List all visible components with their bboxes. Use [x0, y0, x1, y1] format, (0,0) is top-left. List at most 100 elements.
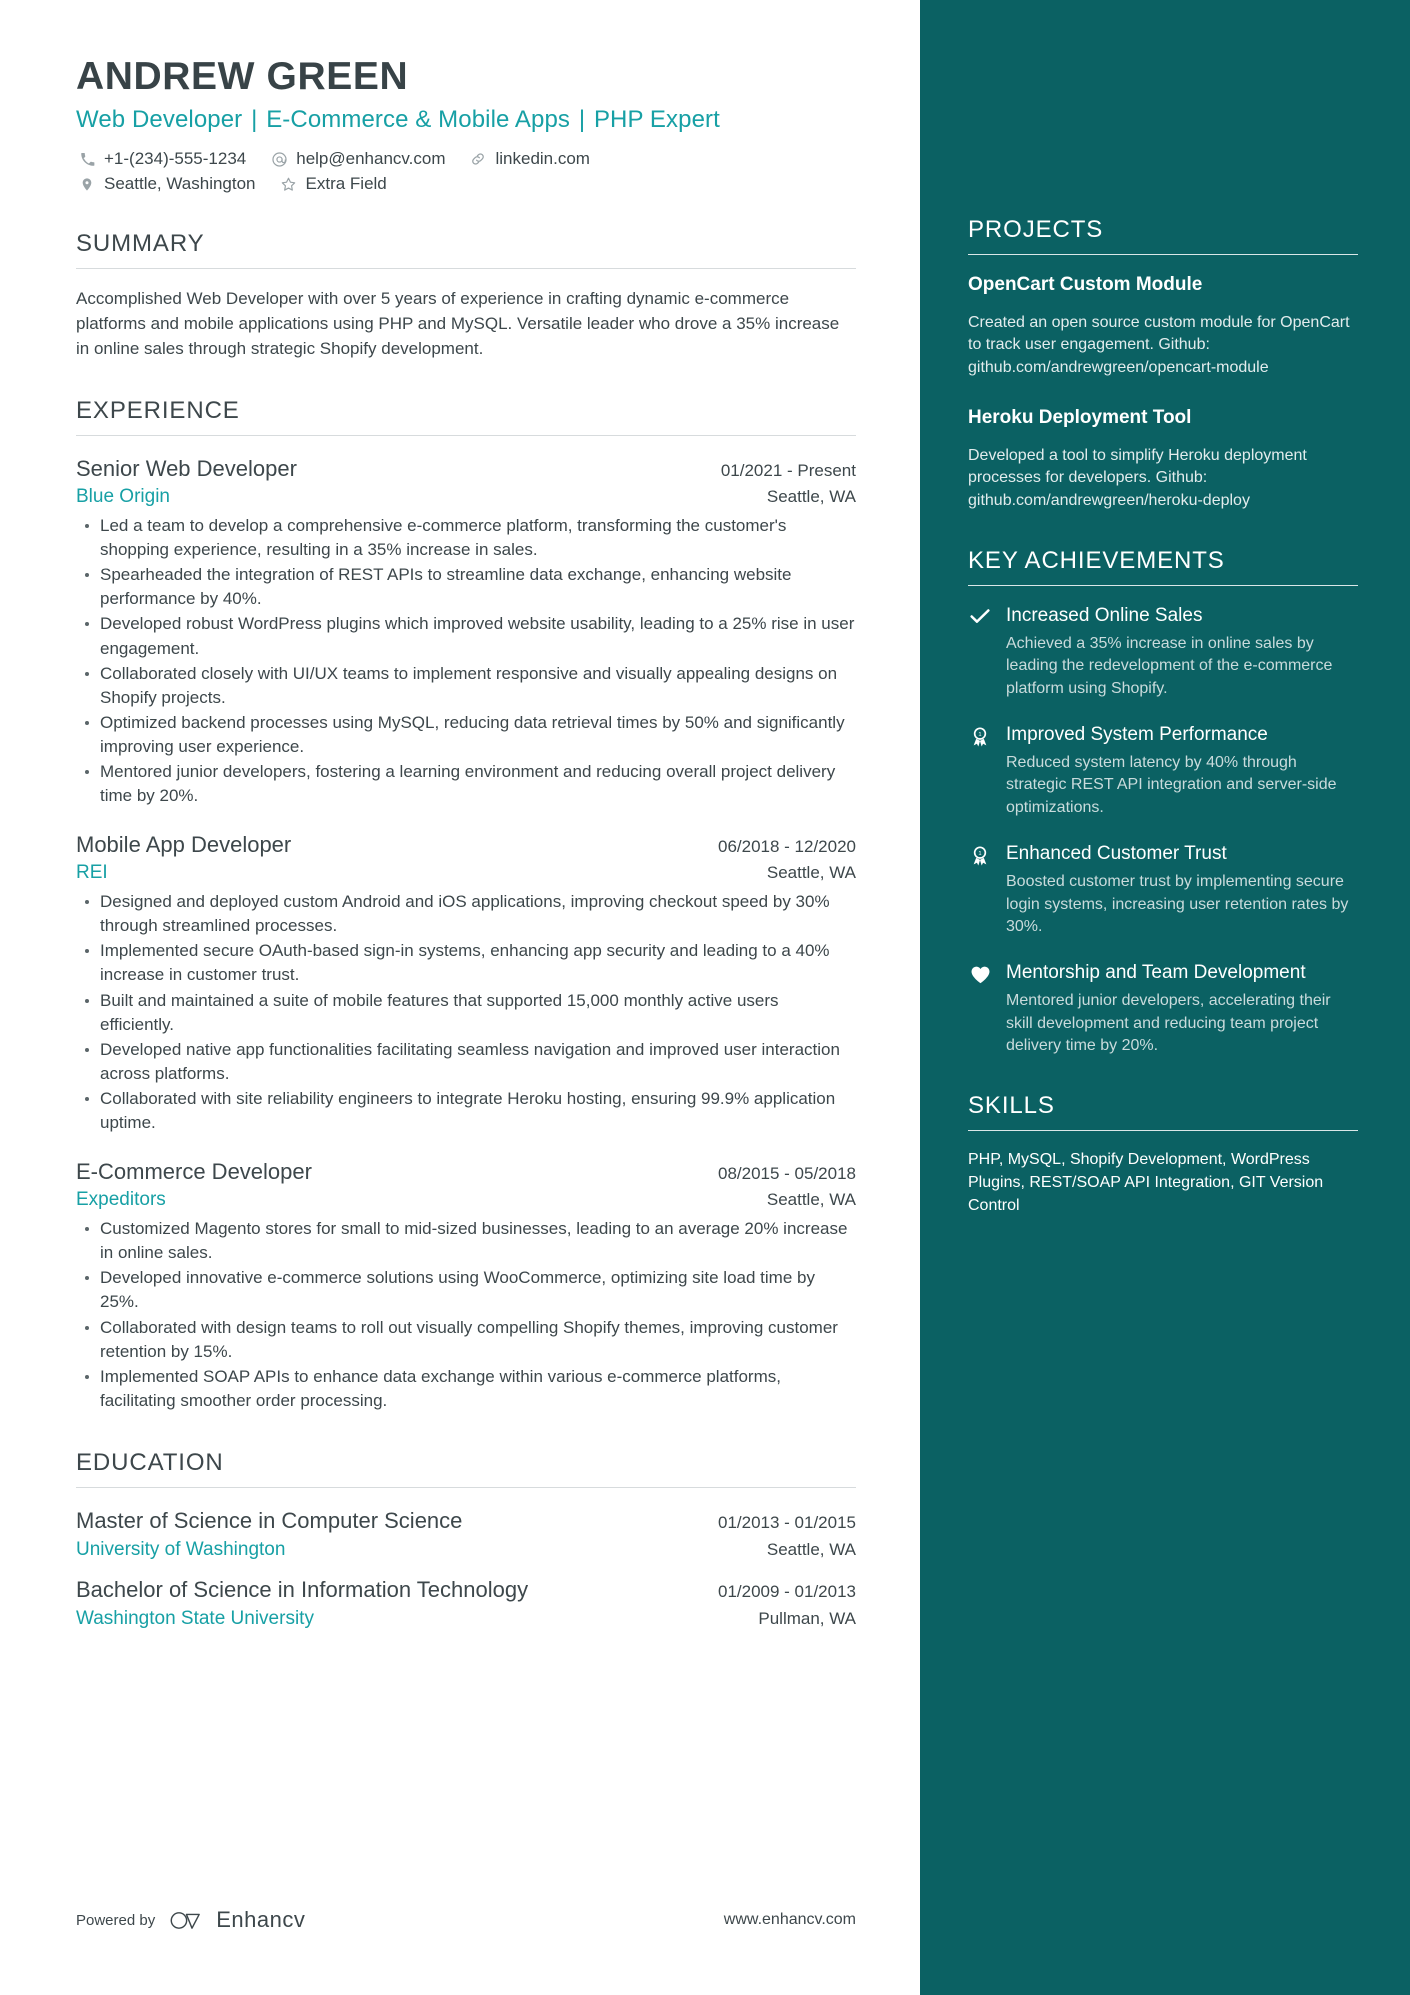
contact-row-secondary: Seattle, Washington Extra Field	[76, 174, 856, 194]
location-pin-icon	[76, 174, 98, 194]
powered-by-label: Powered by	[76, 1911, 156, 1929]
job-bullet: Collaborated closely with UI/UX teams to…	[76, 662, 856, 710]
enhancv-logo: Enhancv	[167, 1907, 305, 1933]
sidebar: PROJECTS OpenCart Custom Module Created …	[920, 0, 1410, 1995]
education-school: Washington State University	[76, 1607, 314, 1629]
skills-heading: SKILLS	[968, 1092, 1055, 1120]
contact-location-text: Seattle, Washington	[104, 174, 256, 194]
education-entry-subheader: University of Washington Seattle, WA	[76, 1539, 856, 1561]
job-company: Expeditors	[76, 1189, 166, 1211]
job-bullet: Implemented secure OAuth-based sign-in s…	[76, 939, 856, 987]
achievement-body: Improved System Performance Reduced syst…	[1006, 723, 1358, 820]
contact-linkedin-text: linkedin.com	[495, 149, 590, 169]
achievements-divider	[968, 584, 1358, 586]
enhancv-wordmark: Enhancv	[216, 1907, 306, 1932]
education-dates: 01/2009 - 01/2013	[717, 1581, 856, 1601]
job-dates: 08/2015 - 05/2018	[717, 1164, 856, 1184]
sidebar-section-skills: SKILLS PHP, MySQL, Shopify Development, …	[968, 1092, 1358, 1217]
experience-entry-subheader: Expeditors Seattle, WA	[76, 1189, 856, 1211]
job-title: Senior Web Developer	[76, 456, 297, 482]
award-ribbon-icon: 1	[968, 846, 992, 866]
contact-linkedin[interactable]: linkedin.com	[467, 149, 590, 169]
page-footer: Powered by Enhancv www.enhancv.com	[76, 1907, 856, 1933]
headline-part-1: Web Developer	[76, 106, 243, 134]
job-bullet: Optimized backend processes using MySQL,…	[76, 711, 856, 759]
project-description: Developed a tool to simplify Heroku depl…	[968, 446, 1307, 509]
sidebar-section-achievements: KEY ACHIEVEMENTS Increased Online Sales …	[968, 547, 1358, 1058]
achievement-description: Reduced system latency by 40% through st…	[1006, 753, 1337, 817]
section-summary: SUMMARY Accomplished Web Developer with …	[76, 230, 856, 361]
experience-entry-header: Mobile App Developer 06/2018 - 12/2020	[76, 830, 856, 860]
job-title: E-Commerce Developer	[76, 1159, 312, 1185]
job-company: Blue Origin	[76, 485, 170, 507]
achievement-title: Improved System Performance	[1006, 723, 1268, 745]
award-ribbon-icon: 1	[968, 727, 992, 747]
job-location: Seattle, WA	[766, 1190, 856, 1210]
education-entry-header: Master of Science in Computer Science 01…	[76, 1506, 856, 1537]
education-divider	[76, 1487, 856, 1489]
svg-text:1: 1	[978, 851, 981, 857]
email-icon	[268, 149, 290, 169]
job-dates: 06/2018 - 12/2020	[717, 837, 856, 857]
project-name: OpenCart Custom Module	[968, 274, 1203, 295]
job-bullet: Built and maintained a suite of mobile f…	[76, 989, 856, 1037]
experience-entry-subheader: Blue Origin Seattle, WA	[76, 486, 856, 508]
skills-list: PHP, MySQL, Shopify Development, WordPre…	[968, 1151, 1324, 1214]
experience-entry-header: E-Commerce Developer 08/2015 - 05/2018	[76, 1157, 856, 1187]
summary-body: Accomplished Web Developer with over 5 y…	[76, 289, 840, 358]
education-entry: Bachelor of Science in Information Techn…	[76, 1575, 856, 1630]
achievement-item: 1 Improved System Performance Reduced sy…	[968, 723, 1358, 820]
svg-text:1: 1	[978, 732, 981, 738]
contact-email[interactable]: help@enhancv.com	[268, 149, 445, 169]
summary-heading: SUMMARY	[76, 230, 205, 258]
contact-extra-field[interactable]: Extra Field	[278, 174, 387, 194]
experience-heading: EXPERIENCE	[76, 397, 240, 425]
job-bullet: Designed and deployed custom Android and…	[76, 890, 856, 938]
powered-by-block: Powered by Enhancv	[76, 1907, 305, 1933]
experience-entry-header: Senior Web Developer 01/2021 - Present	[76, 454, 856, 484]
headline-separator: |	[251, 106, 258, 134]
project-description: Created an open source custom module for…	[968, 313, 1350, 377]
job-bullet: Developed innovative e-commerce solution…	[76, 1266, 856, 1314]
achievement-description: Achieved a 35% increase in online sales …	[1006, 634, 1333, 698]
job-bullet-list: Designed and deployed custom Android and…	[76, 890, 856, 1135]
contact-email-text: help@enhancv.com	[296, 149, 446, 169]
contact-extra-field-text: Extra Field	[305, 174, 387, 194]
summary-divider	[76, 268, 856, 270]
job-bullet: Collaborated with design teams to roll o…	[76, 1316, 856, 1364]
experience-entry: Mobile App Developer 06/2018 - 12/2020 R…	[76, 830, 856, 1135]
job-bullet: Spearheaded the integration of REST APIs…	[76, 563, 856, 611]
achievement-item: Mentorship and Team Development Mentored…	[968, 961, 1358, 1058]
star-icon	[278, 174, 300, 194]
achievement-title: Mentorship and Team Development	[1006, 961, 1306, 983]
job-company: REI	[76, 862, 108, 884]
enhancv-mark-icon	[170, 1911, 201, 1929]
heart-icon	[968, 965, 992, 984]
education-entry-header: Bachelor of Science in Information Techn…	[76, 1575, 856, 1606]
job-bullet: Implemented SOAP APIs to enhance data ex…	[76, 1365, 856, 1413]
achievement-body: Increased Online Sales Achieved a 35% in…	[1006, 604, 1358, 701]
experience-entry-subheader: REI Seattle, WA	[76, 862, 856, 884]
job-bullet: Customized Magento stores for small to m…	[76, 1217, 856, 1265]
sidebar-section-projects: PROJECTS OpenCart Custom Module Created …	[968, 216, 1358, 513]
education-degree: Master of Science in Computer Science	[76, 1508, 463, 1534]
headline-part-3: PHP Expert	[593, 106, 720, 134]
job-bullet: Developed native app functionalities fac…	[76, 1038, 856, 1086]
education-heading: EDUCATION	[76, 1449, 224, 1477]
headline-separator: |	[578, 106, 586, 134]
project-item: Heroku Deployment Tool Developed a tool …	[968, 406, 1358, 513]
job-bullet: Mentored junior developers, fostering a …	[76, 760, 856, 808]
projects-heading: PROJECTS	[968, 216, 1104, 243]
footer-website-url: www.enhancv.com	[723, 1911, 856, 1928]
achievement-item: 1 Enhanced Customer Trust Boosted custom…	[968, 842, 1358, 939]
skills-divider	[968, 1130, 1358, 1132]
contact-row-primary: +1-(234)-555-1234 help@enhancv.com linke…	[76, 149, 856, 169]
experience-entry: E-Commerce Developer 08/2015 - 05/2018 E…	[76, 1157, 856, 1413]
page-title: ANDREW GREEN	[76, 55, 409, 98]
achievements-heading: KEY ACHIEVEMENTS	[968, 546, 1225, 574]
resume-page: ANDREW GREEN Web Developer | E-Commerce …	[0, 0, 1410, 1995]
job-bullet: Developed robust WordPress plugins which…	[76, 612, 856, 660]
contact-phone[interactable]: +1-(234)-555-1234	[76, 149, 246, 169]
experience-entry: Senior Web Developer 01/2021 - Present B…	[76, 454, 856, 808]
contact-location[interactable]: Seattle, Washington	[76, 174, 256, 194]
